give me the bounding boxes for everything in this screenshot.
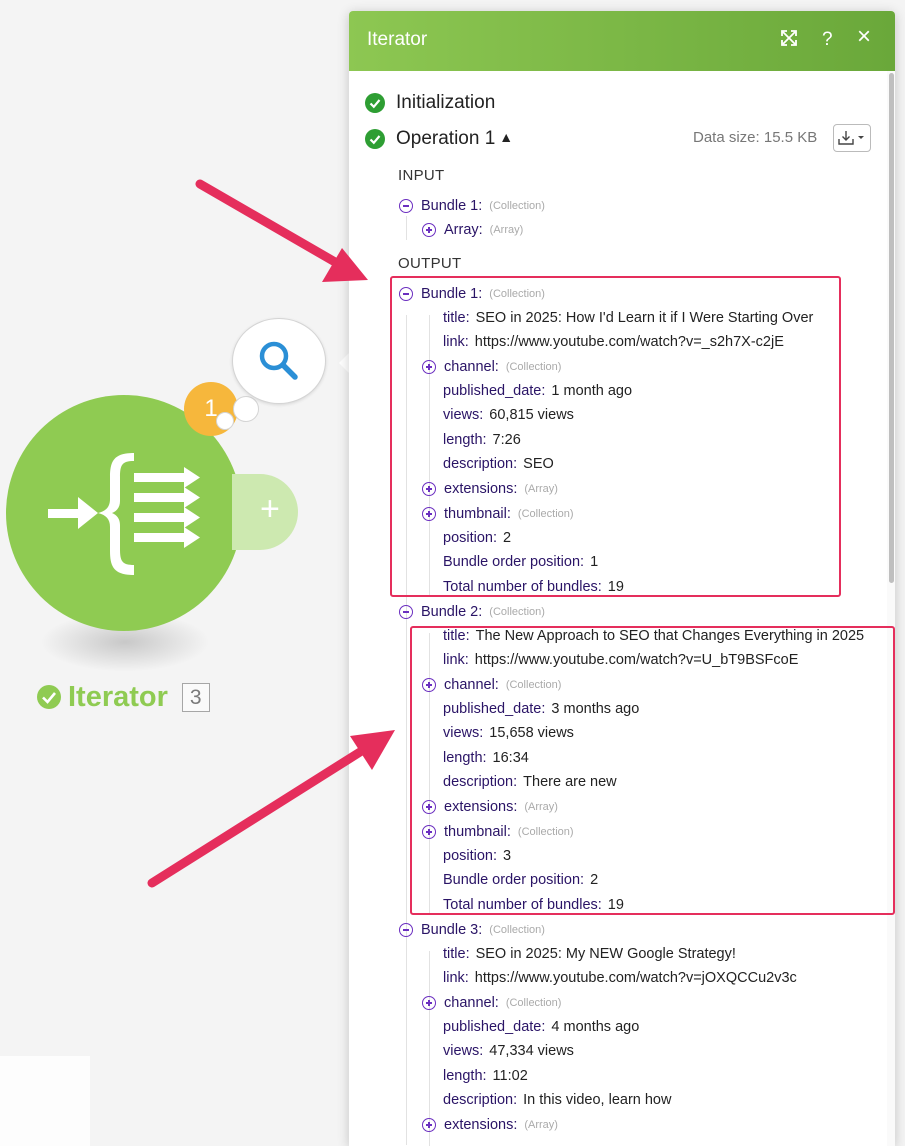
array-key: Array: <box>444 222 483 238</box>
field-key: published_date: <box>443 1019 546 1035</box>
field-key: views: <box>443 1043 484 1059</box>
operation-1-toggle[interactable]: Operation 1 ▲ <box>365 128 513 150</box>
download-button[interactable] <box>833 124 871 152</box>
plus-icon: + <box>260 490 280 528</box>
type-hint: (Collection) <box>489 200 545 212</box>
operation-label: Operation 1 <box>396 128 496 149</box>
close-icon[interactable]: × <box>857 25 871 49</box>
input-section-label: INPUT <box>398 167 445 184</box>
initialization-label: Initialization <box>396 92 496 113</box>
module-id-badge: 3 <box>181 682 210 712</box>
field-channel[interactable]: channel: (Collection) <box>422 992 561 1014</box>
highlight-box-bundle-1 <box>390 276 841 597</box>
field-value: In this video, learn how <box>523 1092 672 1108</box>
tree-guide <box>406 216 407 240</box>
module-name: Iterator <box>68 680 168 713</box>
bundle-key: Bundle 2: <box>421 604 483 620</box>
expand-icon[interactable] <box>780 29 798 53</box>
output-bundle-2[interactable]: Bundle 2: (Collection) <box>399 601 545 623</box>
initialization-status[interactable]: Initialization <box>365 92 495 114</box>
field-key: link: <box>443 970 469 986</box>
field-key: extensions: <box>444 1117 518 1133</box>
field-key: length: <box>443 1068 487 1084</box>
type-hint: (Collection) <box>489 606 545 618</box>
field-views: views: 47,334 views <box>443 1040 574 1062</box>
type-hint: (Collection) <box>489 924 545 936</box>
bundle-key: Bundle 1: <box>421 198 483 214</box>
scrollbar-thumb[interactable] <box>889 73 894 583</box>
field-value: https://www.youtube.com/watch?v=jOXQCCu2… <box>474 970 797 986</box>
highlight-box-bundle-2 <box>410 626 895 915</box>
bubble-dot-mid <box>233 396 259 422</box>
download-icon <box>838 131 864 145</box>
type-hint: (Array) <box>489 224 524 236</box>
module-label: Iterator 3 <box>36 680 210 714</box>
add-module-button[interactable]: + <box>232 474 298 550</box>
input-bundle-1[interactable]: Bundle 1: (Collection) <box>399 195 545 217</box>
caret-up-icon: ▲ <box>499 129 514 145</box>
field-published-date: published_date: 4 months ago <box>443 1016 639 1038</box>
help-icon[interactable]: ? <box>822 29 833 51</box>
panel-header: Iterator ? × <box>349 11 895 71</box>
field-key: channel: <box>444 995 499 1011</box>
output-section-label: OUTPUT <box>398 255 462 272</box>
field-value: SEO in 2025: My NEW Google Strategy! <box>475 946 736 962</box>
field-length: length: 11:02 <box>443 1065 528 1087</box>
field-description: description: In this video, learn how <box>443 1089 671 1111</box>
field-value: 11:02 <box>492 1068 528 1084</box>
field-key: description: <box>443 1092 518 1108</box>
expand-node-icon[interactable] <box>422 223 436 237</box>
check-circle-icon <box>37 685 61 709</box>
search-icon <box>259 341 298 380</box>
collapse-icon[interactable] <box>399 605 413 619</box>
type-hint: (Array) <box>524 1119 558 1131</box>
collapse-icon[interactable] <box>399 923 413 937</box>
field-value: 47,334 views <box>489 1043 574 1059</box>
output-bundle-3[interactable]: Bundle 3: (Collection) <box>399 919 545 941</box>
type-hint: (Collection) <box>505 997 562 1009</box>
inspect-bubble[interactable] <box>232 318 326 404</box>
expand-node-icon[interactable] <box>422 1118 436 1132</box>
bubble-dot-small <box>216 412 234 430</box>
success-icon <box>365 93 385 113</box>
success-icon <box>365 129 385 149</box>
field-value: 4 months ago <box>551 1019 640 1035</box>
input-array[interactable]: Array: (Array) <box>422 219 523 241</box>
field-link: link: https://www.youtube.com/watch?v=jOX… <box>443 967 797 989</box>
collapse-icon[interactable] <box>399 199 413 213</box>
canvas-corner <box>0 1056 90 1146</box>
field-key: title: <box>443 946 470 962</box>
field-extensions[interactable]: extensions: (Array) <box>422 1114 558 1136</box>
panel-title: Iterator <box>367 29 428 50</box>
data-size: Data size: 15.5 KB <box>693 129 818 146</box>
bundle-key: Bundle 3: <box>421 922 483 938</box>
expand-node-icon[interactable] <box>422 996 436 1010</box>
field-title: title: SEO in 2025: My NEW Google Strateg… <box>443 943 736 965</box>
